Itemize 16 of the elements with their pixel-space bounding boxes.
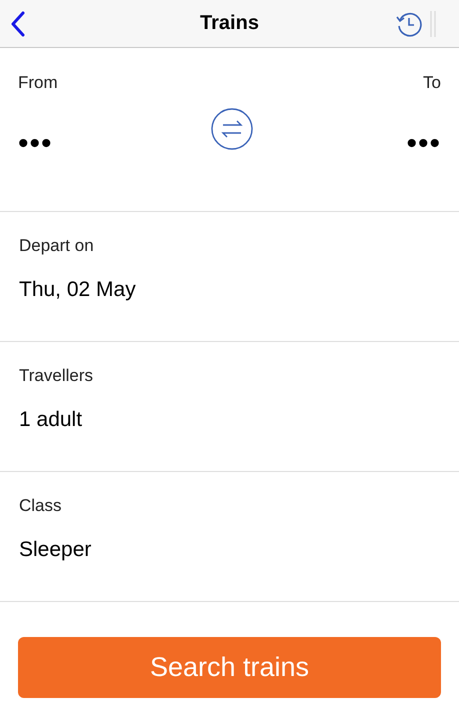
back-chevron-icon	[10, 10, 26, 36]
field-value[interactable]: 1 adult	[19, 408, 82, 432]
field-label: Class	[19, 496, 62, 516]
from-label: From	[18, 73, 58, 93]
from-station-value[interactable]: •••	[18, 129, 58, 159]
screen-title: Trains	[200, 12, 259, 35]
to-label: To	[423, 73, 441, 93]
divider-icon	[429, 10, 437, 36]
field-label: Depart on	[19, 236, 94, 256]
field-label: Travellers	[19, 366, 93, 386]
swap-icon	[211, 108, 254, 150]
field-value[interactable]: Sleeper	[19, 538, 92, 562]
to-station-value[interactable]: •••	[406, 129, 441, 159]
field-value[interactable]: Thu, 02 May	[19, 278, 136, 302]
swap-button[interactable]	[211, 108, 254, 150]
back-button[interactable]	[10, 10, 26, 36]
